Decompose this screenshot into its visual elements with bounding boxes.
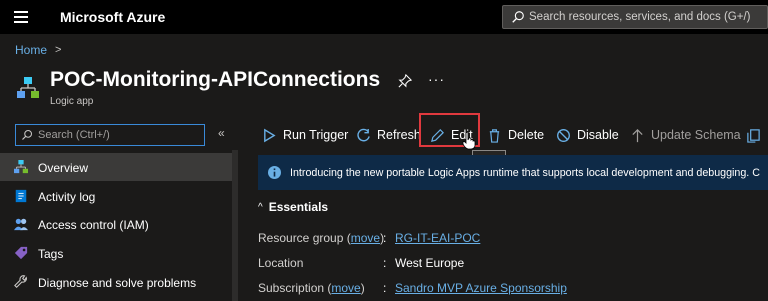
more-options-icon[interactable]: ··· — [428, 71, 445, 87]
breadcrumb-separator: > — [55, 44, 62, 56]
move-link[interactable]: move — [351, 231, 380, 245]
chevron-up-icon: ^ — [258, 201, 263, 213]
menu-icon[interactable] — [14, 11, 28, 23]
tag-icon — [14, 246, 28, 260]
logic-app-icon — [14, 160, 28, 174]
hand-cursor-icon — [462, 132, 476, 150]
sidebar-item-label: Activity log — [38, 190, 96, 204]
sidebar-item-label: Overview — [38, 161, 89, 175]
update-schema-button[interactable]: Update Schema — [630, 122, 741, 148]
essentials-heading: Essentials — [268, 200, 329, 214]
move-link[interactable]: move — [331, 281, 360, 295]
disable-label: Disable — [577, 128, 619, 142]
disable-button[interactable]: Disable — [556, 122, 619, 148]
breadcrumb: Home > — [15, 43, 61, 57]
property-label: Resource group (move) — [258, 231, 385, 245]
delete-label: Delete — [508, 128, 545, 142]
update-schema-label: Update Schema — [651, 128, 741, 142]
run-trigger-button[interactable]: Run Trigger — [262, 122, 348, 148]
copy-icon — [747, 128, 760, 143]
nav-scrollbar[interactable] — [232, 150, 238, 301]
run-trigger-label: Run Trigger — [283, 128, 349, 142]
clone-button[interactable] — [746, 122, 767, 148]
sidebar-item-label: Diagnose and solve problems — [38, 276, 197, 290]
delete-button[interactable]: Delete — [487, 122, 544, 148]
refresh-button[interactable]: Refresh — [356, 122, 421, 148]
disable-icon — [557, 128, 570, 142]
people-icon — [14, 218, 28, 231]
brand-name[interactable]: Microsoft Azure — [60, 9, 165, 25]
sidebar-item-label: Tags — [38, 247, 64, 261]
property-label: Location — [258, 256, 304, 270]
pin-icon[interactable] — [398, 74, 412, 88]
page-subtitle: Logic app — [50, 96, 94, 107]
search-icon — [22, 129, 33, 140]
location-value: West Europe — [395, 256, 465, 270]
collapse-nav-button[interactable]: « — [218, 126, 225, 140]
info-icon — [268, 166, 281, 179]
sidebar-item-overview[interactable]: Overview — [0, 153, 232, 181]
wrench-icon — [14, 275, 27, 289]
essentials-toggle[interactable]: ^ Essentials — [258, 200, 328, 214]
top-bar: Microsoft Azure Search resources, servic… — [0, 0, 768, 34]
arrow-up-icon — [632, 128, 643, 142]
refresh-label: Refresh — [377, 128, 421, 142]
property-separator: : — [383, 281, 387, 295]
global-search-placeholder: Search resources, services, and docs (G+… — [529, 11, 751, 23]
sidebar-item-activity-log[interactable]: Activity log — [0, 182, 232, 210]
sidebar-item-tags[interactable]: Tags — [0, 239, 232, 267]
property-separator: : — [383, 231, 387, 245]
logic-app-icon — [17, 77, 39, 98]
play-icon — [264, 128, 276, 142]
nav-search-placeholder: Search (Ctrl+/) — [38, 129, 110, 141]
sidebar-item-diagnose[interactable]: Diagnose and solve problems — [0, 268, 232, 296]
nav-search-input[interactable]: Search (Ctrl+/) — [15, 124, 205, 146]
info-banner: Introducing the new portable Logic Apps … — [258, 155, 768, 190]
page-title: POC-Monitoring-APIConnections — [50, 68, 381, 91]
subscription-link[interactable]: Sandro MVP Azure Sponsorship — [395, 281, 567, 295]
sidebar-item-access-control[interactable]: Access control (IAM) — [0, 210, 232, 238]
resource-group-link[interactable]: RG-IT-EAI-POC — [395, 231, 480, 245]
command-bar: Run Trigger Refresh Edit Delete Disable … — [258, 122, 768, 148]
refresh-icon — [357, 128, 370, 141]
search-icon — [512, 11, 524, 23]
property-label: Subscription (move) — [258, 281, 365, 295]
activity-log-icon — [15, 189, 27, 203]
global-search-input[interactable]: Search resources, services, and docs (G+… — [502, 5, 768, 29]
breadcrumb-home[interactable]: Home — [15, 43, 47, 57]
property-separator: : — [383, 256, 387, 270]
trash-icon — [489, 128, 500, 143]
sidebar-item-label: Access control (IAM) — [38, 218, 149, 232]
info-banner-text: Introducing the new portable Logic Apps … — [290, 167, 760, 179]
